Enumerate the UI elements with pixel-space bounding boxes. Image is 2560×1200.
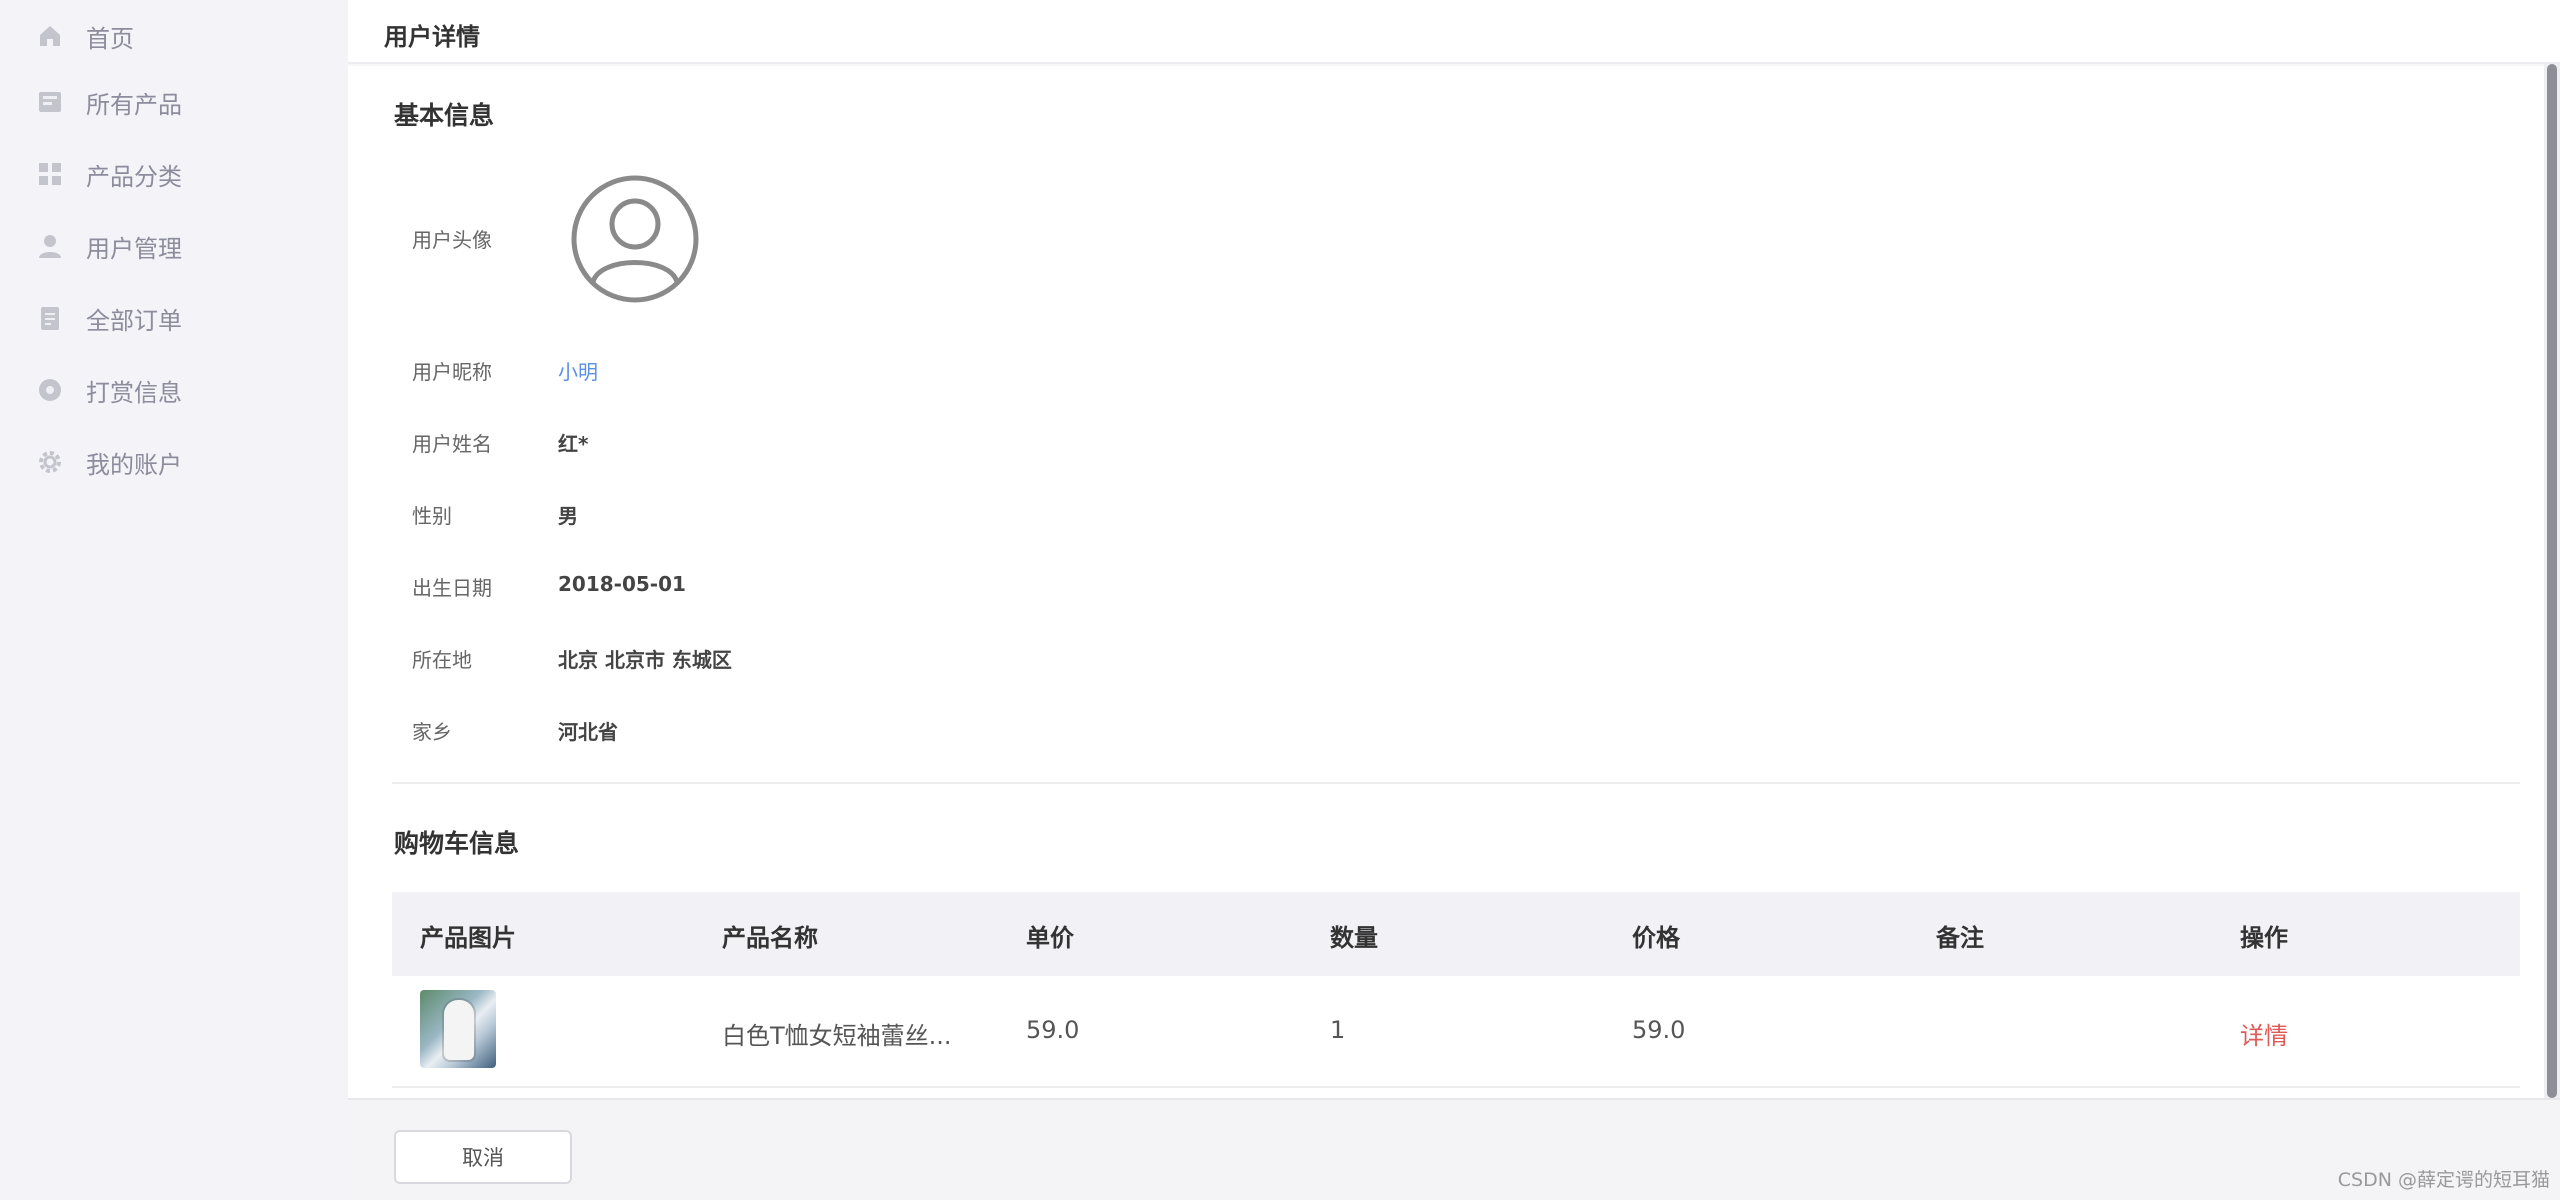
user-icon xyxy=(36,232,64,260)
sidebar-item-label: 全部订单 xyxy=(86,306,182,335)
real-name-label: 用户姓名 xyxy=(412,432,492,456)
sidebar-item-label: 我的账户 xyxy=(86,450,182,479)
sidebar-item-label: 首页 xyxy=(86,24,134,53)
column-header: 数量 xyxy=(1330,924,1378,952)
column-header: 备注 xyxy=(1936,924,1984,952)
price-cell: 59.0 xyxy=(1632,1016,1686,1044)
nickname-value[interactable]: 小明 xyxy=(558,356,598,385)
sidebar-item-label: 所有产品 xyxy=(86,90,182,119)
section-title-cart-info: 购物车信息 xyxy=(394,829,520,858)
user-avatar-icon xyxy=(571,175,699,303)
birth-date-value: 2018-05-01 xyxy=(558,572,686,596)
product-name-cell: 白色T恤女短袖蕾丝... xyxy=(722,1022,952,1050)
sidebar-item-user-management[interactable]: 用户管理 xyxy=(0,210,348,282)
order-icon xyxy=(36,304,64,332)
cancel-button[interactable]: 取消 xyxy=(394,1130,572,1184)
app-window: 首页 所有产品 产品分类 用户管理 全部订单 打赏信息 我的账户 用户详情 基本… xyxy=(0,0,2560,1200)
sidebar-item-label: 产品分类 xyxy=(86,162,182,191)
page-header: 用户详情 xyxy=(348,0,2560,64)
sidebar: 首页 所有产品 产品分类 用户管理 全部订单 打赏信息 我的账户 xyxy=(0,0,348,1200)
location-label: 所在地 xyxy=(412,648,472,672)
hometown-value: 河北省 xyxy=(558,720,618,744)
quantity-cell: 1 xyxy=(1330,1016,1346,1044)
unit-price-cell: 59.0 xyxy=(1026,1016,1080,1044)
table-header: 产品图片 产品名称 单价 数量 价格 备注 操作 xyxy=(392,892,2520,976)
product-thumbnail xyxy=(420,990,496,1068)
sidebar-item-label: 打赏信息 xyxy=(86,378,182,407)
sidebar-item-home[interactable]: 首页 xyxy=(0,0,348,72)
section-title-basic-info: 基本信息 xyxy=(394,101,495,130)
page-title: 用户详情 xyxy=(384,23,480,51)
nickname-label: 用户昵称 xyxy=(412,360,492,384)
hometown-label: 家乡 xyxy=(412,720,452,744)
birth-date-label: 出生日期 xyxy=(412,576,492,600)
column-header: 产品名称 xyxy=(722,924,818,952)
user-detail-card: 基本信息 用户头像 用户昵称 小明 用户姓名 红* 性别 男 出生日期 2018… xyxy=(348,66,2544,1098)
avatar-label: 用户头像 xyxy=(412,228,492,252)
sidebar-item-product-category[interactable]: 产品分类 xyxy=(0,138,348,210)
main-panel: 用户详情 基本信息 用户头像 用户昵称 小明 用户姓名 红* 性别 男 出生日期… xyxy=(348,0,2560,1200)
real-name-value: 红* xyxy=(558,432,589,456)
scrollbar-thumb[interactable] xyxy=(2547,64,2557,1098)
sidebar-item-my-account[interactable]: 我的账户 xyxy=(0,426,348,498)
table-row: 白色T恤女短袖蕾丝... 59.0 1 59.0 详情 xyxy=(392,976,2520,1088)
gear-icon xyxy=(36,448,64,476)
reward-icon xyxy=(36,376,64,404)
gender-label: 性别 xyxy=(412,504,452,528)
gender-value: 男 xyxy=(558,504,578,528)
detail-link[interactable]: 详情 xyxy=(2240,1016,2288,1051)
home-icon xyxy=(36,22,64,50)
section-divider xyxy=(392,782,2520,784)
category-icon xyxy=(36,160,64,188)
watermark: CSDN @薛定谔的短耳猫 xyxy=(2337,1169,2550,1191)
footer-bar: 取消 CSDN @薛定谔的短耳猫 xyxy=(348,1098,2560,1200)
sidebar-item-reward-info[interactable]: 打赏信息 xyxy=(0,354,348,426)
vertical-scrollbar[interactable] xyxy=(2544,64,2560,1098)
location-value: 北京 北京市 东城区 xyxy=(558,648,732,672)
sidebar-item-all-orders[interactable]: 全部订单 xyxy=(0,282,348,354)
column-header: 产品图片 xyxy=(420,924,516,952)
column-header: 价格 xyxy=(1632,924,1680,952)
sidebar-item-all-products[interactable]: 所有产品 xyxy=(0,66,348,138)
sidebar-item-label: 用户管理 xyxy=(86,234,182,263)
column-header: 单价 xyxy=(1026,924,1074,952)
column-header: 操作 xyxy=(2240,924,2288,952)
avatar xyxy=(570,174,700,304)
product-icon xyxy=(36,88,64,116)
